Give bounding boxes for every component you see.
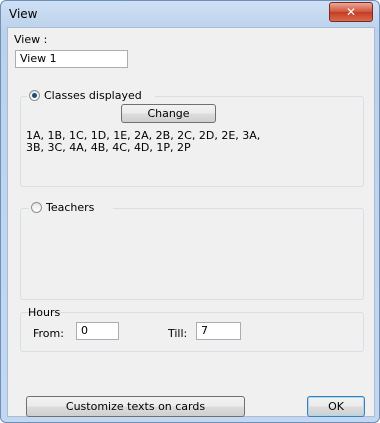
title-bar[interactable]: View ✕	[1, 1, 379, 27]
till-input[interactable]: 7	[196, 322, 241, 340]
classes-radio[interactable]	[29, 90, 40, 101]
change-button[interactable]: Change	[121, 104, 216, 123]
close-icon: ✕	[345, 5, 357, 19]
till-label: Till:	[168, 327, 188, 340]
view-dialog: View ✕ View : View 1 Classes displayed C…	[0, 0, 380, 423]
hours-legend: Hours	[28, 306, 61, 319]
classes-radio-label[interactable]: Classes displayed	[44, 89, 142, 102]
hours-group	[20, 312, 364, 352]
view-name-input[interactable]: View 1	[15, 50, 128, 68]
classes-list-line-2: 3B, 3C, 4A, 4B, 4C, 4D, 1P, 2P	[26, 141, 191, 154]
close-button[interactable]: ✕	[329, 2, 373, 22]
teachers-radio[interactable]	[31, 202, 42, 213]
classes-legend: Classes displayed	[27, 89, 155, 103]
teachers-radio-label[interactable]: Teachers	[46, 201, 94, 214]
ok-button[interactable]: OK	[307, 396, 365, 417]
from-label: From:	[33, 327, 64, 340]
dialog-body: View : View 1 Classes displayed Change 1…	[7, 27, 375, 417]
window-title: View	[9, 7, 38, 21]
teachers-legend: Teachers	[29, 201, 113, 215]
view-label: View :	[14, 33, 48, 46]
teachers-group	[20, 208, 364, 300]
from-input[interactable]: 0	[76, 322, 119, 340]
customize-texts-button[interactable]: Customize texts on cards	[26, 396, 245, 417]
